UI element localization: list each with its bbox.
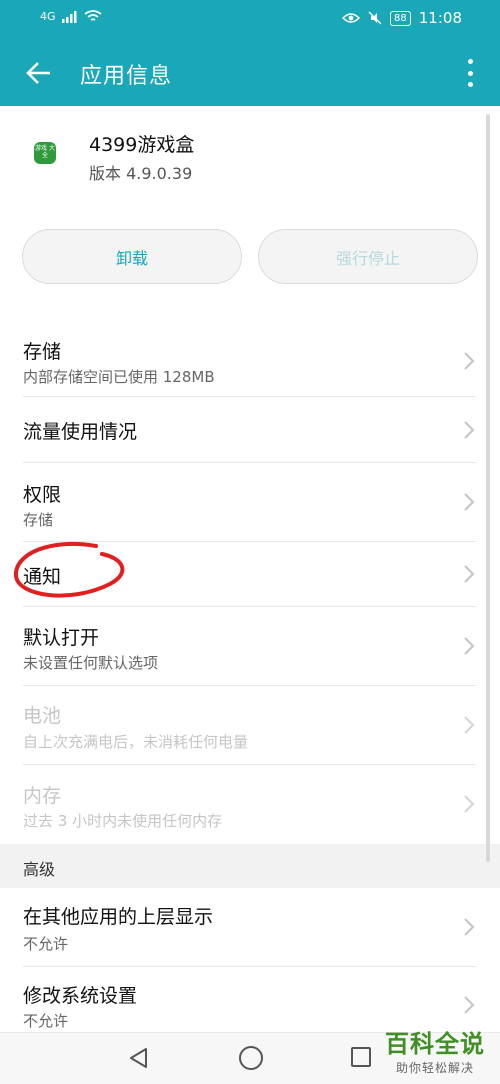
more-options-button[interactable]	[458, 56, 482, 90]
chevron-right-icon	[464, 795, 475, 813]
watermark-subtitle: 助你轻松解决	[395, 1061, 474, 1075]
section-label: 高级	[23, 860, 56, 879]
signal-icon	[61, 10, 77, 23]
mute-icon	[368, 11, 382, 25]
signal-label: 4G	[40, 10, 56, 23]
nav-back-icon[interactable]	[128, 1047, 150, 1069]
status-bar: 4G 88 11:08	[0, 0, 500, 40]
nav-recent-icon[interactable]	[351, 1047, 371, 1067]
row-permissions[interactable]: 权限 存储	[0, 463, 500, 541]
row-title: 默认打开	[23, 627, 100, 649]
chevron-right-icon	[464, 565, 475, 583]
app-bar: 应用信息	[0, 40, 500, 106]
chevron-right-icon	[464, 996, 475, 1014]
app-header: 游戏 大全 4399游戏盒 版本 4.9.0.39	[0, 106, 500, 206]
wifi-icon	[84, 10, 102, 21]
row-title: 在其他应用的上层显示	[23, 906, 214, 928]
chevron-right-icon	[464, 493, 475, 511]
force-stop-button[interactable]: 强行停止	[258, 229, 478, 284]
row-title: 修改系统设置	[23, 985, 138, 1007]
row-title: 存储	[23, 341, 62, 363]
row-title: 电池	[23, 705, 62, 727]
uninstall-button[interactable]: 卸载	[22, 229, 242, 284]
row-data-usage[interactable]: 流量使用情况	[0, 397, 500, 462]
section-advanced: 高级	[0, 844, 500, 888]
battery-indicator: 88	[390, 10, 411, 26]
row-subtitle: 过去 3 小时内未使用任何内存	[23, 812, 223, 830]
row-display-over-apps[interactable]: 在其他应用的上层显示 不允许	[0, 888, 500, 966]
row-subtitle: 未设置任何默认选项	[23, 654, 159, 672]
annotation-circle	[13, 541, 125, 598]
status-right: 88 11:08	[342, 9, 462, 27]
arrow-left-icon	[26, 62, 50, 84]
chevron-right-icon	[464, 352, 475, 370]
row-title: 权限	[23, 484, 62, 506]
row-storage[interactable]: 存储 内部存储空间已使用 128MB	[0, 328, 500, 396]
chevron-right-icon	[464, 637, 475, 655]
back-button[interactable]	[22, 56, 56, 90]
watermark: 百科全说 助你轻松解决	[376, 1024, 494, 1076]
row-subtitle: 自上次充满电后，未消耗任何电量	[23, 733, 249, 751]
more-vert-icon	[467, 59, 473, 64]
scrollbar[interactable]	[486, 114, 490, 862]
row-modify-system-settings[interactable]: 修改系统设置 不允许	[0, 967, 500, 1032]
chevron-right-icon	[464, 421, 475, 439]
row-battery[interactable]: 电池 自上次充满电后，未消耗任何电量	[0, 686, 500, 764]
row-open-by-default[interactable]: 默认打开 未设置任何默认选项	[0, 607, 500, 685]
chevron-right-icon	[464, 918, 475, 936]
row-subtitle: 不允许	[23, 1012, 69, 1030]
nav-home-icon[interactable]	[239, 1046, 263, 1070]
row-title: 流量使用情况	[23, 421, 138, 443]
status-left: 4G	[40, 10, 102, 23]
row-subtitle: 存储	[23, 511, 54, 529]
chevron-right-icon	[464, 716, 475, 734]
eye-icon	[342, 13, 361, 23]
app-version: 版本 4.9.0.39	[89, 164, 193, 183]
row-subtitle: 不允许	[23, 935, 69, 953]
row-subtitle: 内部存储空间已使用 128MB	[23, 368, 215, 386]
row-memory[interactable]: 内存 过去 3 小时内未使用任何内存	[0, 765, 500, 844]
watermark-title: 百科全说	[385, 1030, 485, 1058]
clock: 11:08	[418, 9, 462, 27]
app-icon: 游戏 大全	[34, 142, 56, 164]
row-title: 内存	[23, 785, 62, 807]
app-name: 4399游戏盒	[89, 134, 195, 156]
page-title: 应用信息	[80, 64, 173, 89]
